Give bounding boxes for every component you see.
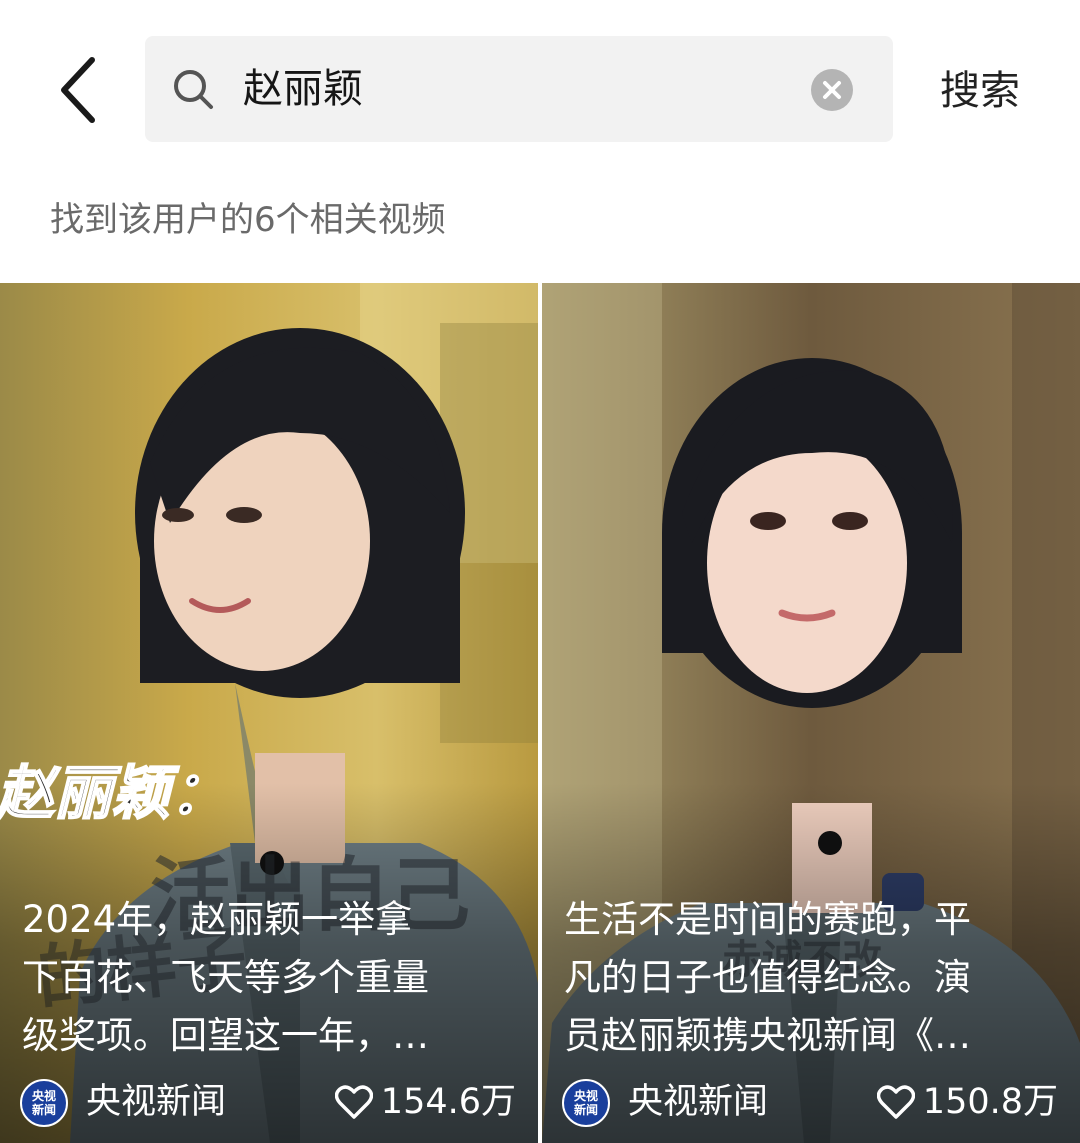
caption-line: 2024年，赵丽颖一举拿	[22, 898, 413, 941]
avatar[interactable]: 央视 新闻	[562, 1079, 610, 1127]
heart-icon	[876, 1085, 915, 1119]
svg-text:赵丽颖：: 赵丽颖：	[0, 759, 228, 827]
video-overlay-title: 赵丽颖：	[0, 758, 229, 828]
heart-icon	[334, 1085, 373, 1119]
avatar[interactable]: 央视 新闻	[20, 1079, 68, 1127]
search-query-text[interactable]: 赵丽颖	[243, 58, 363, 120]
search-header: 赵丽颖 搜索 找到该用户的6个相关视频	[0, 0, 1080, 240]
video-card[interactable]: 赤诚不改 生活不是时间的赛跑，平 凡的日子也值得纪念。演 员赵丽颖携央视新闻《……	[542, 283, 1080, 1143]
video-caption: 2024年，赵丽颖一举拿 下百花、飞天等多个重量 级奖项。回望这一年，…	[22, 891, 522, 1065]
author-name[interactable]: 央视新闻	[628, 1073, 768, 1131]
author-name[interactable]: 央视新闻	[86, 1073, 226, 1131]
video-caption: 生活不是时间的赛跑，平 凡的日子也值得纪念。演 员赵丽颖携央视新闻《…	[564, 891, 1064, 1065]
like-count[interactable]: 150.8万	[876, 1073, 1058, 1131]
like-count-text: 154.6万	[380, 1082, 516, 1122]
video-meta: 央视 新闻 央视新闻 154.6万	[20, 1073, 520, 1129]
caption-line: 下百花、飞天等多个重量	[22, 956, 429, 999]
caption-line: 凡的日子也值得纪念。演	[564, 956, 971, 999]
like-count-text: 150.8万	[922, 1082, 1058, 1122]
search-icon	[174, 70, 213, 109]
search-input[interactable]: 赵丽颖	[145, 36, 893, 142]
clear-icon[interactable]	[811, 69, 853, 111]
caption-line: 生活不是时间的赛跑，平	[564, 898, 971, 941]
caption-line: 级奖项。回望这一年，…	[22, 1014, 429, 1057]
video-meta: 央视 新闻 央视新闻 150.8万	[562, 1073, 1062, 1129]
video-card[interactable]: 活出自己 的样子 赵丽颖： 2024年，赵丽颖一举拿 下百花、飞天等多个重量 级…	[0, 283, 538, 1143]
back-arrow-icon	[61, 57, 95, 123]
back-button[interactable]	[52, 54, 112, 126]
like-count[interactable]: 154.6万	[334, 1073, 516, 1131]
caption-line: 员赵丽颖携央视新闻《…	[564, 1014, 971, 1057]
search-button[interactable]: 搜索	[940, 60, 1020, 122]
result-count-text: 找到该用户的6个相关视频	[50, 200, 446, 240]
